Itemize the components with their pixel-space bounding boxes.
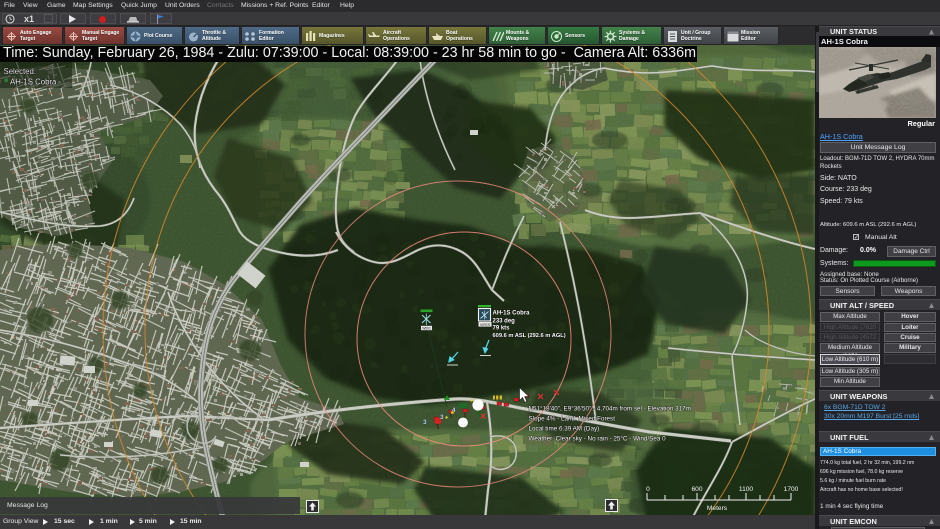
svg-text:233 deg: 233 deg	[493, 319, 516, 325]
svg-text:Meters: Meters	[707, 505, 728, 512]
svg-text:AH-1S Cobra: AH-1S Cobra	[10, 78, 57, 87]
svg-text:0: 0	[646, 486, 650, 493]
svg-text:N51°18'40", E9°36'50" - 4,704m: N51°18'40", E9°36'50" - 4,704m from sel …	[529, 405, 691, 413]
svg-text:Local time 6:39 AM (Day): Local time 6:39 AM (Day)	[529, 426, 600, 433]
svg-text:VIPER: VIPER	[480, 323, 491, 327]
svg-text:79 kts: 79 kts	[493, 326, 511, 332]
svg-text:1100: 1100	[739, 486, 754, 493]
svg-text:4: 4	[452, 407, 456, 414]
svg-text:AH-1S Cobra: AH-1S Cobra	[493, 311, 531, 317]
svg-text:600: 600	[691, 486, 702, 493]
svg-text:Weather: Clear sky - No rain -: Weather: Clear sky - No rain - 25°C - Wi…	[529, 435, 667, 443]
svg-text:W501: W501	[422, 326, 431, 330]
svg-text:Slope 4% - Land: Mixed Fores: Slope 4% - Land: Mixed Forest	[529, 416, 616, 423]
svg-text:609.6 m ASL (292.6 m AGL): 609.6 m ASL (292.6 m AGL)	[493, 333, 566, 339]
svg-text:Selected:: Selected:	[4, 67, 37, 76]
svg-text:1700: 1700	[784, 486, 799, 493]
svg-text:3: 3	[440, 414, 444, 421]
svg-text:3: 3	[423, 419, 427, 426]
